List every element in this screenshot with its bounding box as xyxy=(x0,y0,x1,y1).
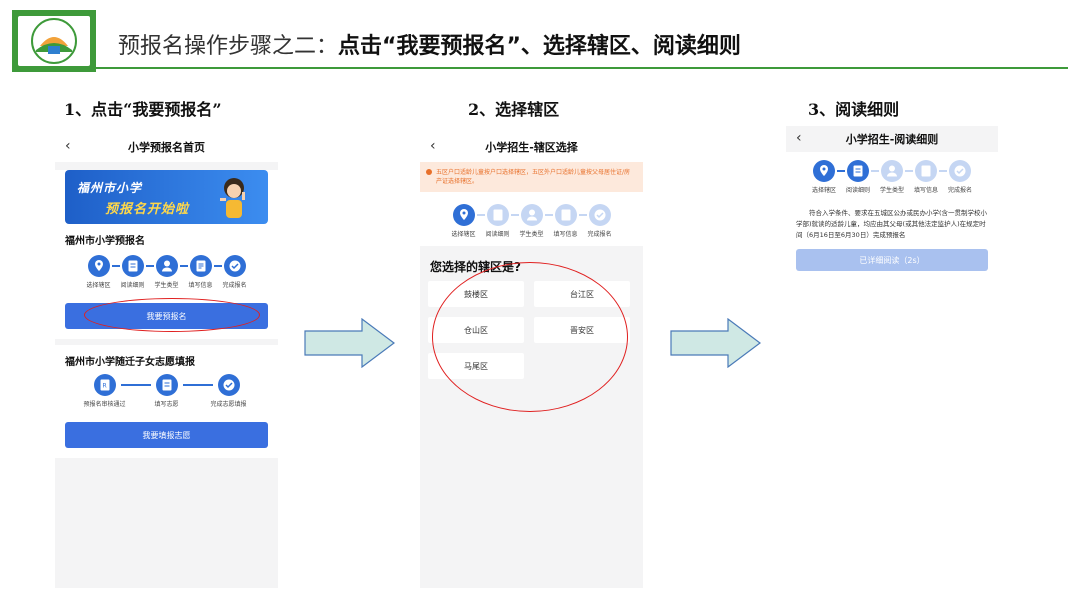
highlight-ellipse xyxy=(84,298,260,332)
confirm-read-button[interactable]: 已详细阅读（2s） xyxy=(796,249,988,271)
banner-line1: 福州市小学 xyxy=(77,181,143,195)
location-icon xyxy=(87,255,110,277)
svg-text:R: R xyxy=(102,383,106,390)
document-icon xyxy=(486,204,509,226)
volunteer-steps: R 预报名审核通过 填写志愿 完成志愿填报 xyxy=(55,372,278,408)
nav-title: 小学招生-阅读细则 xyxy=(845,133,939,146)
section-title-volunteer: 福州市小学随迁子女志愿填报 xyxy=(65,357,195,368)
step-fill-info: 填写信息 xyxy=(182,255,220,289)
school-logo xyxy=(12,10,96,72)
document-icon xyxy=(155,374,178,396)
step-complete: 完成报名 xyxy=(216,255,254,289)
step-label-3: 3、阅读细则 xyxy=(808,100,900,119)
step-read-rules: 阅读细则 xyxy=(114,255,152,289)
progress-section: 选择辖区 阅读细则 学生类型 填写信息 完成报名 xyxy=(420,192,643,246)
step-read-rules: 阅读细则 xyxy=(479,204,517,238)
step-read-rules: 阅读细则 xyxy=(839,160,877,194)
step-select-district: 选择辖区 xyxy=(805,160,843,194)
document-icon xyxy=(847,160,869,182)
header-divider xyxy=(96,67,1068,69)
slide-title: 预报名操作步骤之二：点击“我要预报名”、选择辖区、阅读细则 xyxy=(118,34,741,59)
step-select-district: 选择辖区 xyxy=(80,255,118,289)
warning-icon xyxy=(426,169,432,175)
step-complete: 完成报名 xyxy=(941,160,979,194)
right-arrow-icon xyxy=(670,318,761,368)
step-student-type: 学生类型 xyxy=(513,204,551,238)
check-icon xyxy=(217,374,240,396)
section-title-signup: 福州市小学预报名 xyxy=(65,236,145,247)
nav-bar: ‹ 小学招生-辖区选择 xyxy=(420,132,643,162)
nav-title: 小学招生-辖区选择 xyxy=(485,141,578,154)
location-icon xyxy=(452,204,475,226)
progress-steps: 选择辖区 阅读细则 学生类型 填写信息 完成报名 xyxy=(55,251,278,289)
nav-bar: ‹ 小学预报名首页 xyxy=(55,132,278,162)
step-fill-info: 填写信息 xyxy=(547,204,585,238)
notice-text: 五区户口适龄儿童按户口选择辖区，五区外户口适龄儿童按父母居住证/房产证选择辖区。 xyxy=(436,169,631,185)
step-label-1: 1、点击“我要预报名” xyxy=(64,100,222,119)
banner-line2: 预报名开始啦 xyxy=(105,202,190,217)
step-volunteer-complete: 完成志愿填报 xyxy=(199,374,259,408)
check-icon xyxy=(223,255,246,277)
location-icon xyxy=(813,160,835,182)
check-icon xyxy=(588,204,611,226)
phone-screen-home: ‹ 小学预报名首页 福州市小学 预报名开始啦 福州市小学预报名 选择辖区 阅读细… xyxy=(55,132,278,588)
step-student-type: 学生类型 xyxy=(148,255,186,289)
highlight-ellipse xyxy=(432,262,628,412)
promo-banner[interactable]: 福州市小学 预报名开始啦 xyxy=(65,170,268,224)
form-icon xyxy=(554,204,577,226)
step-label-2: 2、选择辖区 xyxy=(468,100,560,119)
step-fill-info: 填写信息 xyxy=(907,160,945,194)
form-icon xyxy=(915,160,937,182)
person-icon xyxy=(881,160,903,182)
document-icon xyxy=(121,255,144,277)
person-icon xyxy=(520,204,543,226)
nav-bar: ‹ 小学招生-阅读细则 xyxy=(786,126,998,152)
logo-emblem-icon xyxy=(31,18,77,64)
back-icon[interactable]: ‹ xyxy=(65,138,71,154)
step-student-type: 学生类型 xyxy=(873,160,911,194)
step-fill-volunteer: 填写志愿 xyxy=(137,374,197,408)
back-icon[interactable]: ‹ xyxy=(796,130,802,146)
approval-icon: R xyxy=(93,374,116,396)
person-icon xyxy=(155,255,178,277)
form-icon xyxy=(189,255,212,277)
step-complete: 完成报名 xyxy=(581,204,619,238)
volunteer-section: 福州市小学随迁子女志愿填报 R 预报名审核通过 填写志愿 完成志愿填报 我要填报志… xyxy=(55,345,278,458)
nav-title: 小学预报名首页 xyxy=(128,141,205,154)
right-arrow-icon xyxy=(304,318,395,368)
check-icon xyxy=(949,160,971,182)
back-icon[interactable]: ‹ xyxy=(430,138,436,154)
notice-banner: 五区户口适龄儿童按户口选择辖区，五区外户口适龄儿童按父母居住证/房产证选择辖区。 xyxy=(420,162,643,192)
step-approved: R 预报名审核通过 xyxy=(75,374,135,408)
progress-steps: 选择辖区 阅读细则 学生类型 填写信息 完成报名 xyxy=(420,200,643,238)
rules-text: 符合入学条件、要求在五城区公办或民办小学(含一贯制学校小学部)就读的适龄儿童，均… xyxy=(796,209,988,239)
child-illustration-icon xyxy=(220,178,245,218)
fill-volunteer-button[interactable]: 我要填报志愿 xyxy=(65,422,268,448)
progress-steps: 选择辖区 阅读细则 学生类型 填写信息 完成报名 xyxy=(786,152,998,194)
step-select-district: 选择辖区 xyxy=(445,204,483,238)
phone-screen-rules: ‹ 小学招生-阅读细则 选择辖区 阅读细则 学生类型 填写信息 完成报名 符合入… xyxy=(786,126,998,308)
